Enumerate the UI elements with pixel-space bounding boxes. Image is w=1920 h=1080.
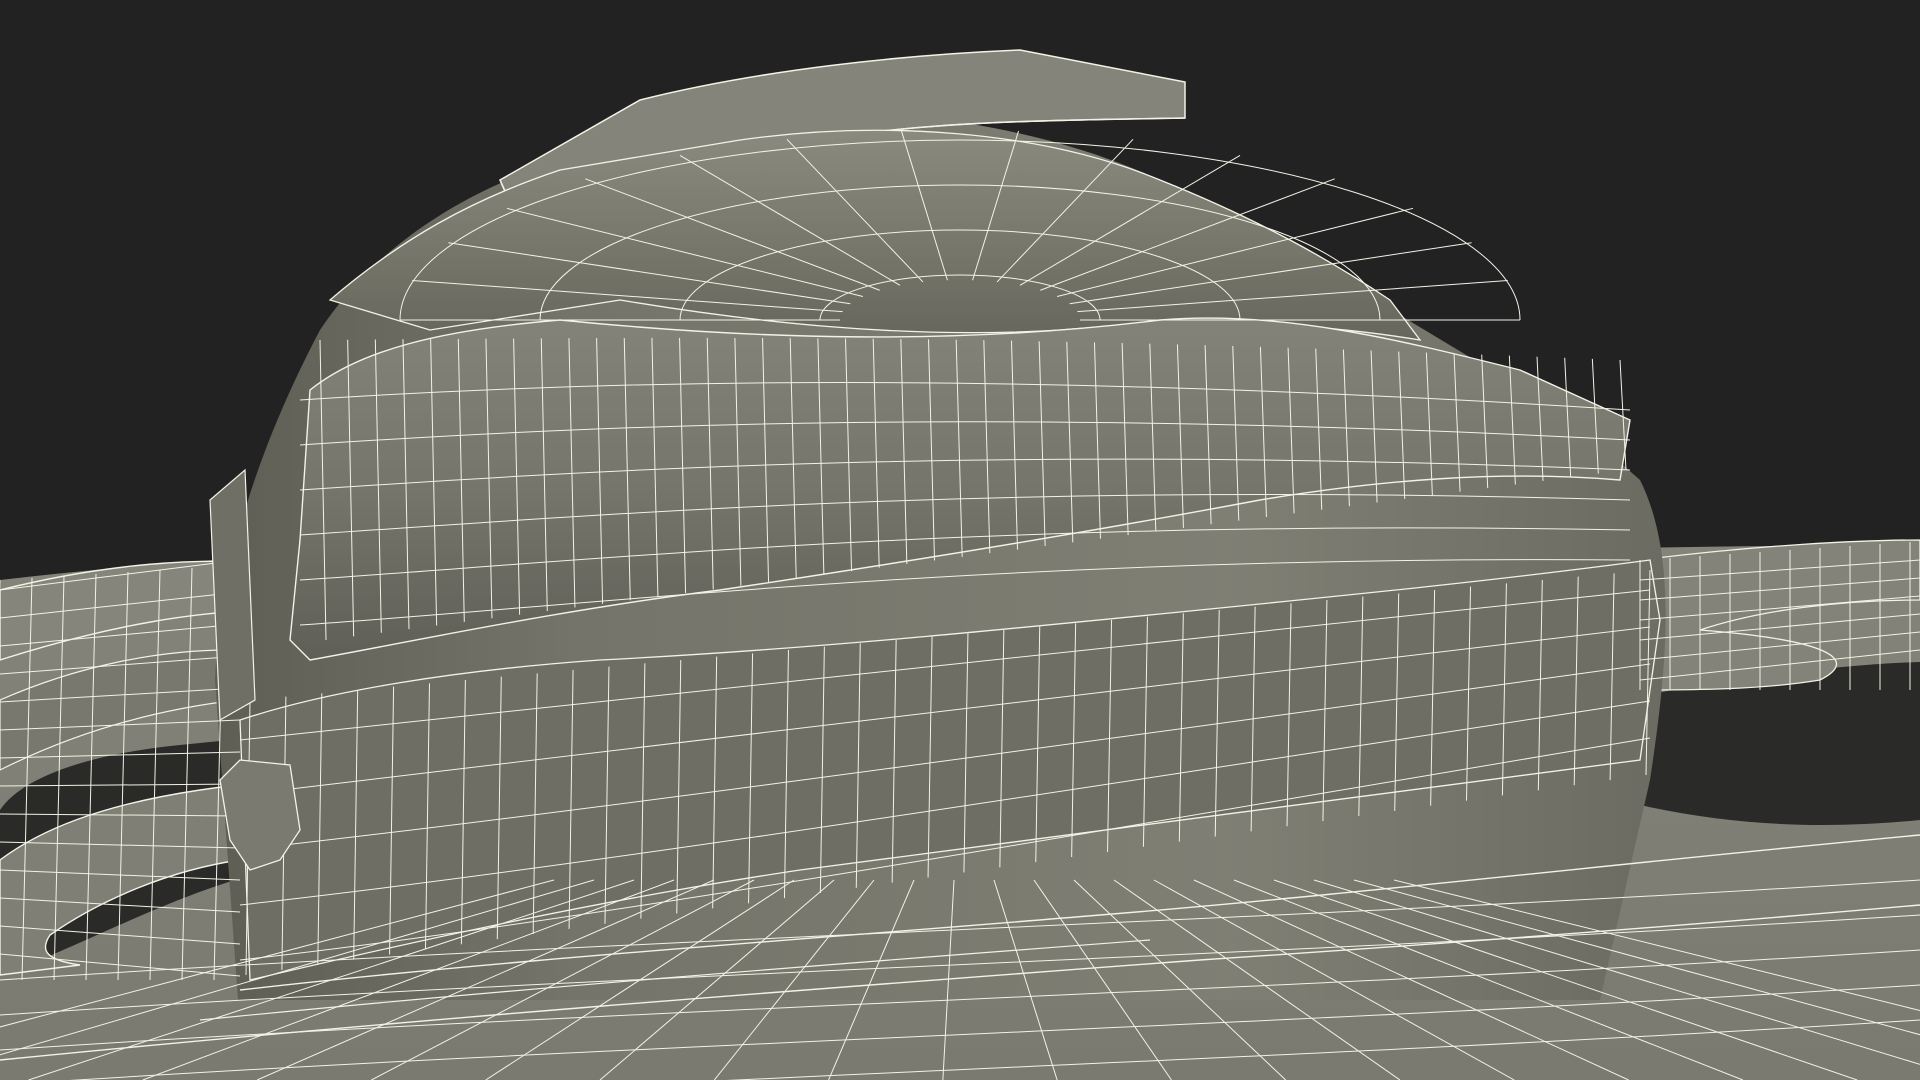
wireframe-render	[0, 0, 1920, 1080]
render-viewport	[0, 0, 1920, 1080]
